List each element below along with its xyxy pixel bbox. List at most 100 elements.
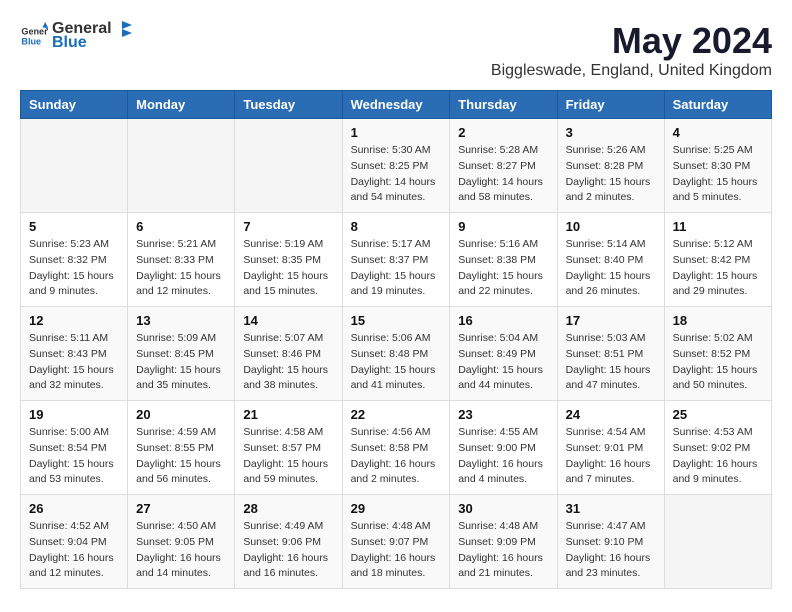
- column-header-monday: Monday: [128, 91, 235, 119]
- day-info: Sunrise: 5:30 AMSunset: 8:25 PMDaylight:…: [351, 143, 442, 206]
- calendar-cell: 15 Sunrise: 5:06 AMSunset: 8:48 PMDayligh…: [342, 307, 450, 401]
- calendar-week-row: 19 Sunrise: 5:00 AMSunset: 8:54 PMDayligh…: [21, 401, 772, 495]
- calendar-cell: 10Sunrise: 5:14 AMSunset: 8:40 PMDayligh…: [557, 213, 664, 307]
- calendar-cell: 26 Sunrise: 4:52 AMSunset: 9:04 PMDayligh…: [21, 495, 128, 589]
- logo: General Blue General Blue: [20, 20, 132, 52]
- calendar-cell: 18Sunrise: 5:02 AMSunset: 8:52 PMDayligh…: [664, 307, 771, 401]
- calendar-cell: 28Sunrise: 4:49 AMSunset: 9:06 PMDayligh…: [235, 495, 342, 589]
- calendar-cell: [128, 119, 235, 213]
- day-info: Sunrise: 4:47 AMSunset: 9:10 PMDaylight:…: [566, 519, 656, 582]
- calendar-cell: 21Sunrise: 4:58 AMSunset: 8:57 PMDayligh…: [235, 401, 342, 495]
- day-info: Sunrise: 5:03 AMSunset: 8:51 PMDaylight:…: [566, 331, 656, 394]
- calendar-week-row: 5 Sunrise: 5:23 AMSunset: 8:32 PMDaylight…: [21, 213, 772, 307]
- day-info: Sunrise: 5:14 AMSunset: 8:40 PMDaylight:…: [566, 237, 656, 300]
- column-header-friday: Friday: [557, 91, 664, 119]
- calendar-cell: 2 Sunrise: 5:28 AMSunset: 8:27 PMDaylight…: [450, 119, 557, 213]
- day-info: Sunrise: 5:21 AMSunset: 8:33 PMDaylight:…: [136, 237, 226, 300]
- day-number: 27: [136, 501, 226, 516]
- day-info: Sunrise: 5:16 AMSunset: 8:38 PMDaylight:…: [458, 237, 548, 300]
- calendar-cell: 7Sunrise: 5:19 AMSunset: 8:35 PMDaylight…: [235, 213, 342, 307]
- calendar-cell: [664, 495, 771, 589]
- day-info: Sunrise: 4:48 AMSunset: 9:09 PMDaylight:…: [458, 519, 548, 582]
- day-number: 4: [673, 125, 763, 140]
- column-header-saturday: Saturday: [664, 91, 771, 119]
- calendar-cell: 8Sunrise: 5:17 AMSunset: 8:37 PMDaylight…: [342, 213, 450, 307]
- logo-flag-icon: [114, 20, 132, 38]
- calendar-cell: 24 Sunrise: 4:54 AMSunset: 9:01 PMDayligh…: [557, 401, 664, 495]
- svg-text:General: General: [21, 27, 48, 37]
- day-info: Sunrise: 5:11 AMSunset: 8:43 PMDaylight:…: [29, 331, 119, 394]
- day-info: Sunrise: 5:09 AMSunset: 8:45 PMDaylight:…: [136, 331, 226, 394]
- day-info: Sunrise: 5:12 AMSunset: 8:42 PMDaylight:…: [673, 237, 763, 300]
- day-number: 23: [458, 407, 548, 422]
- day-number: 5: [29, 219, 119, 234]
- day-number: 28: [243, 501, 333, 516]
- day-info: Sunrise: 5:02 AMSunset: 8:52 PMDaylight:…: [673, 331, 763, 394]
- day-number: 6: [136, 219, 226, 234]
- day-info: Sunrise: 4:48 AMSunset: 9:07 PMDaylight:…: [351, 519, 442, 582]
- day-number: 30: [458, 501, 548, 516]
- day-number: 11: [673, 219, 763, 234]
- day-info: Sunrise: 4:54 AMSunset: 9:01 PMDaylight:…: [566, 425, 656, 488]
- day-number: 26: [29, 501, 119, 516]
- day-info: Sunrise: 5:26 AMSunset: 8:28 PMDaylight:…: [566, 143, 656, 206]
- day-number: 8: [351, 219, 442, 234]
- column-header-sunday: Sunday: [21, 91, 128, 119]
- column-header-wednesday: Wednesday: [342, 91, 450, 119]
- day-number: 7: [243, 219, 333, 234]
- day-info: Sunrise: 5:06 AMSunset: 8:48 PMDaylight:…: [351, 331, 442, 394]
- calendar-cell: 11 Sunrise: 5:12 AMSunset: 8:42 PMDayligh…: [664, 213, 771, 307]
- day-info: Sunrise: 5:04 AMSunset: 8:49 PMDaylight:…: [458, 331, 548, 394]
- day-number: 16: [458, 313, 548, 328]
- day-number: 22: [351, 407, 442, 422]
- calendar-cell: 17 Sunrise: 5:03 AMSunset: 8:51 PMDayligh…: [557, 307, 664, 401]
- day-number: 29: [351, 501, 442, 516]
- day-number: 24: [566, 407, 656, 422]
- title-area: May 2024 Biggleswade, England, United Ki…: [491, 20, 772, 80]
- day-number: 1: [351, 125, 442, 140]
- day-number: 25: [673, 407, 763, 422]
- column-header-tuesday: Tuesday: [235, 91, 342, 119]
- day-number: 20: [136, 407, 226, 422]
- day-info: Sunrise: 4:52 AMSunset: 9:04 PMDaylight:…: [29, 519, 119, 582]
- calendar-cell: 31 Sunrise: 4:47 AMSunset: 9:10 PMDayligh…: [557, 495, 664, 589]
- calendar-cell: 14 Sunrise: 5:07 AMSunset: 8:46 PMDayligh…: [235, 307, 342, 401]
- calendar-week-row: 1 Sunrise: 5:30 AMSunset: 8:25 PMDaylight…: [21, 119, 772, 213]
- calendar-cell: 12 Sunrise: 5:11 AMSunset: 8:43 PMDayligh…: [21, 307, 128, 401]
- day-info: Sunrise: 5:28 AMSunset: 8:27 PMDaylight:…: [458, 143, 548, 206]
- day-info: Sunrise: 5:23 AMSunset: 8:32 PMDaylight:…: [29, 237, 119, 300]
- day-info: Sunrise: 5:07 AMSunset: 8:46 PMDaylight:…: [243, 331, 333, 394]
- day-info: Sunrise: 4:59 AMSunset: 8:55 PMDaylight:…: [136, 425, 226, 488]
- calendar-cell: [235, 119, 342, 213]
- day-number: 15: [351, 313, 442, 328]
- day-number: 2: [458, 125, 548, 140]
- calendar-cell: 13 Sunrise: 5:09 AMSunset: 8:45 PMDayligh…: [128, 307, 235, 401]
- day-number: 14: [243, 313, 333, 328]
- calendar-cell: 30 Sunrise: 4:48 AMSunset: 9:09 PMDayligh…: [450, 495, 557, 589]
- day-info: Sunrise: 4:53 AMSunset: 9:02 PMDaylight:…: [673, 425, 763, 488]
- day-info: Sunrise: 5:00 AMSunset: 8:54 PMDaylight:…: [29, 425, 119, 488]
- day-number: 13: [136, 313, 226, 328]
- day-info: Sunrise: 5:25 AMSunset: 8:30 PMDaylight:…: [673, 143, 763, 206]
- column-header-thursday: Thursday: [450, 91, 557, 119]
- day-number: 31: [566, 501, 656, 516]
- day-number: 19: [29, 407, 119, 422]
- calendar-cell: 23 Sunrise: 4:55 AMSunset: 9:00 PMDayligh…: [450, 401, 557, 495]
- calendar-cell: 22Sunrise: 4:56 AMSunset: 8:58 PMDayligh…: [342, 401, 450, 495]
- day-info: Sunrise: 4:50 AMSunset: 9:05 PMDaylight:…: [136, 519, 226, 582]
- calendar-cell: [21, 119, 128, 213]
- calendar-cell: 25 Sunrise: 4:53 AMSunset: 9:02 PMDayligh…: [664, 401, 771, 495]
- calendar-cell: 1 Sunrise: 5:30 AMSunset: 8:25 PMDaylight…: [342, 119, 450, 213]
- page-title: May 2024: [491, 20, 772, 62]
- calendar-cell: 3 Sunrise: 5:26 AMSunset: 8:28 PMDaylight…: [557, 119, 664, 213]
- day-number: 12: [29, 313, 119, 328]
- calendar-header-row: SundayMondayTuesdayWednesdayThursdayFrid…: [21, 91, 772, 119]
- calendar-cell: 27 Sunrise: 4:50 AMSunset: 9:05 PMDayligh…: [128, 495, 235, 589]
- day-number: 17: [566, 313, 656, 328]
- day-number: 3: [566, 125, 656, 140]
- day-info: Sunrise: 4:55 AMSunset: 9:00 PMDaylight:…: [458, 425, 548, 488]
- calendar-week-row: 26 Sunrise: 4:52 AMSunset: 9:04 PMDayligh…: [21, 495, 772, 589]
- calendar-table: SundayMondayTuesdayWednesdayThursdayFrid…: [20, 90, 772, 589]
- logo-icon: General Blue: [20, 22, 48, 50]
- calendar-cell: 19 Sunrise: 5:00 AMSunset: 8:54 PMDayligh…: [21, 401, 128, 495]
